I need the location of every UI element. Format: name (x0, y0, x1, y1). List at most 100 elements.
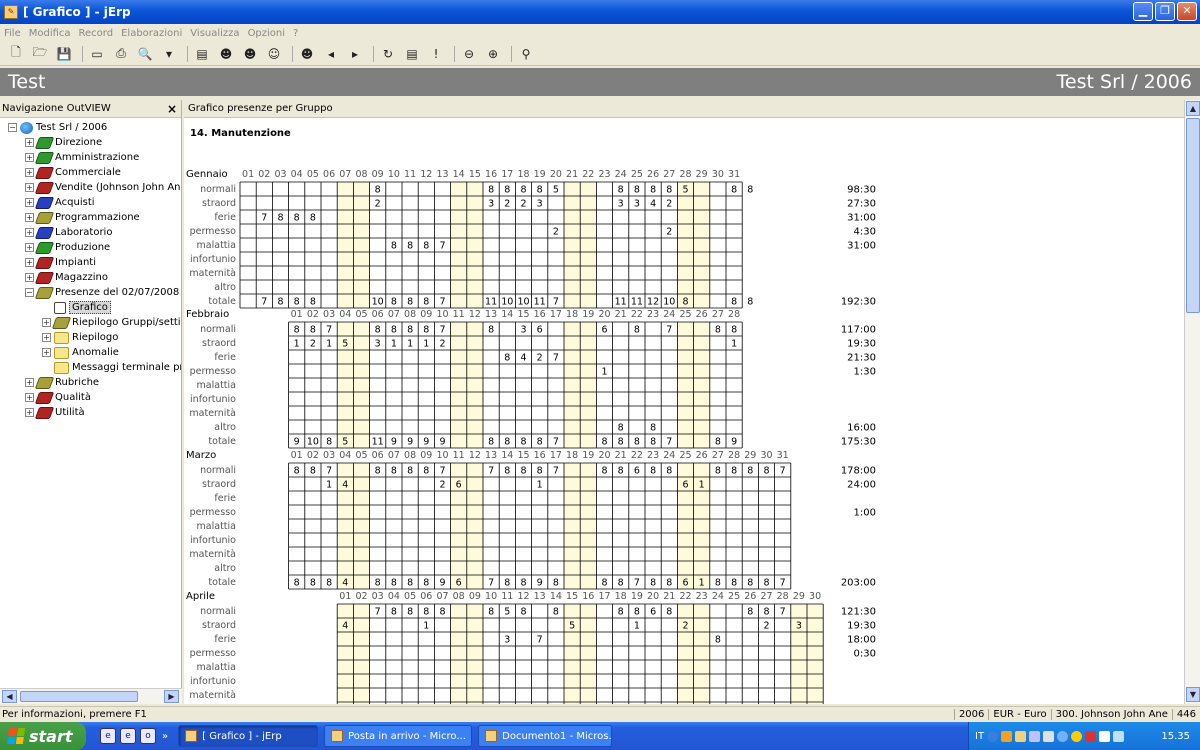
minimize-button[interactable]: ▁ (1133, 2, 1153, 21)
taskbar-task[interactable]: Posta in arrivo - Micro... (324, 725, 473, 747)
start-button[interactable]: start (0, 722, 86, 750)
internet-explorer-icon[interactable]: e (120, 728, 136, 744)
scroll-up-icon[interactable]: ▲ (1186, 101, 1200, 116)
tree-item[interactable]: − Presenze del 02/07/2008 (0, 285, 181, 300)
tree-item[interactable]: + Rubriche (0, 375, 181, 390)
expand-toggle-icon[interactable]: + (25, 378, 34, 387)
tree-item[interactable]: + Magazzino (0, 270, 181, 285)
title-bar[interactable]: ✎ [ Grafico ] - jErp ▁ ❐ ✕ (0, 0, 1200, 24)
menu-help[interactable]: ? (293, 28, 298, 39)
close-panel-icon[interactable]: × (167, 102, 177, 116)
print-preview-icon[interactable]: 🔍 (135, 45, 155, 63)
horizontal-scrollbar[interactable]: ◀ ▶ (0, 688, 182, 704)
volume-icon[interactable] (1113, 730, 1125, 742)
outlook-tray-icon[interactable] (1001, 730, 1013, 742)
tree-item[interactable]: + Riepilogo Gruppi/settim (0, 315, 181, 330)
tree-item[interactable]: + Acquisti (0, 195, 181, 210)
tree-item[interactable]: Grafico (0, 300, 181, 315)
tree-item[interactable]: + Commerciale (0, 165, 181, 180)
expand-toggle-icon[interactable]: + (25, 408, 34, 417)
menu-visualizza[interactable]: Visualizza (190, 28, 239, 39)
expand-toggle-icon[interactable]: − (25, 288, 34, 297)
tree-item[interactable]: + Utilità (0, 405, 181, 420)
next-icon[interactable]: ▸ (345, 45, 365, 63)
expand-toggle-icon[interactable]: + (42, 318, 51, 327)
menu-file[interactable]: File (4, 28, 21, 39)
dropdown-arrow-icon[interactable]: ▾ (159, 45, 179, 63)
expand-toggle-icon[interactable]: + (25, 138, 34, 147)
weekend-column (564, 322, 581, 448)
expand-toggle-icon[interactable]: + (25, 228, 34, 237)
tree-item[interactable]: + Qualità (0, 390, 181, 405)
user-icon[interactable]: ☻ (216, 45, 236, 63)
browser-icon[interactable]: e (100, 728, 116, 744)
tree-item[interactable]: + Vendite (Johnson John Ane (0, 180, 181, 195)
filter-icon[interactable]: ▤ (402, 45, 422, 63)
menu-opzioni[interactable]: Opzioni (248, 28, 285, 39)
expand-toggle-icon[interactable]: + (25, 183, 34, 192)
zoom-out-icon[interactable]: ⊖ (459, 45, 479, 63)
zoom-in-icon[interactable]: ⊕ (483, 45, 503, 63)
taskbar-task[interactable]: [ Grafico ] - jErp (178, 725, 319, 747)
expand-toggle-icon[interactable]: − (8, 123, 17, 132)
new-document-icon[interactable]: 🗋 (6, 45, 26, 63)
network-icon[interactable] (1029, 730, 1041, 742)
quick-launch-more-icon[interactable]: » (162, 731, 168, 742)
jerp-tray-icon[interactable] (1015, 730, 1027, 742)
expand-toggle-icon[interactable]: + (25, 243, 34, 252)
antivirus-icon[interactable] (1085, 730, 1097, 742)
expand-toggle-icon[interactable]: + (42, 333, 51, 342)
expand-toggle-icon[interactable]: + (25, 168, 34, 177)
outlook-icon[interactable]: o (140, 728, 156, 744)
expand-toggle-icon[interactable]: + (25, 393, 34, 402)
tree-item[interactable]: + Riepilogo (0, 330, 181, 345)
save-icon[interactable]: 💾 (54, 45, 74, 63)
tree-item[interactable]: + Programmazione (0, 210, 181, 225)
scroll-left-icon[interactable]: ◀ (2, 690, 17, 703)
expand-toggle-icon[interactable]: + (42, 348, 51, 357)
tree-item[interactable]: + Impianti (0, 255, 181, 270)
expand-toggle-icon[interactable]: + (25, 153, 34, 162)
device-icon[interactable] (1099, 730, 1111, 742)
scroll-thumb[interactable] (1186, 118, 1200, 313)
security-icon[interactable] (1057, 730, 1069, 742)
tree-item[interactable]: + Direzione (0, 135, 181, 150)
restore-button[interactable]: ❐ (1155, 2, 1175, 21)
scroll-down-icon[interactable]: ▼ (1186, 687, 1200, 702)
tree-item[interactable]: − Test Srl / 2006 (0, 120, 181, 135)
expand-toggle-icon[interactable]: + (25, 258, 34, 267)
scroll-right-icon[interactable]: ▶ (164, 690, 179, 703)
expand-toggle-icon[interactable]: + (25, 213, 34, 222)
form-icon[interactable]: ▤ (192, 45, 212, 63)
menu-elaborazioni[interactable]: Elaborazioni (121, 28, 182, 39)
alert-icon[interactable]: ! (426, 45, 446, 63)
tree-item[interactable]: + Produzione (0, 240, 181, 255)
menu-modifica[interactable]: Modifica (29, 28, 71, 39)
user-active-icon[interactable]: ☻ (240, 45, 260, 63)
open-folder-icon[interactable]: 🗁 (30, 45, 50, 63)
refresh-icon[interactable]: ↻ (378, 45, 398, 63)
day-header: 01 (291, 450, 303, 461)
expand-toggle-icon[interactable]: + (25, 273, 34, 282)
binoculars-icon[interactable]: ⚲ (516, 45, 536, 63)
messenger-icon[interactable] (1071, 730, 1083, 742)
taskbar-task[interactable]: Documento1 - Micros... (478, 725, 613, 747)
tree-item[interactable]: + Anomalie (0, 345, 181, 360)
vertical-scrollbar[interactable]: ▲ ▼ (1184, 100, 1200, 704)
previous-icon[interactable]: ◂ (321, 45, 341, 63)
tree-item[interactable]: + Amministrazione (0, 150, 181, 165)
expand-toggle-icon[interactable]: + (25, 198, 34, 207)
scroll-thumb[interactable] (20, 691, 138, 702)
language-indicator[interactable]: IT (975, 731, 984, 742)
display-icon[interactable] (1043, 730, 1055, 742)
user-disabled-icon[interactable]: ☺ (264, 45, 284, 63)
user-search-icon[interactable]: ☻ (297, 45, 317, 63)
menu-record[interactable]: Record (79, 28, 114, 39)
tree-item[interactable]: + Laboratorio (0, 225, 181, 240)
status-currency: EUR - Euro (988, 709, 1050, 720)
window-icon[interactable]: ▭ (87, 45, 107, 63)
print-icon[interactable]: ⎙ (111, 45, 131, 63)
back-icon[interactable] (987, 730, 999, 742)
close-button[interactable]: ✕ (1177, 2, 1197, 21)
tree-item[interactable]: Messaggi terminale pre (0, 360, 181, 375)
